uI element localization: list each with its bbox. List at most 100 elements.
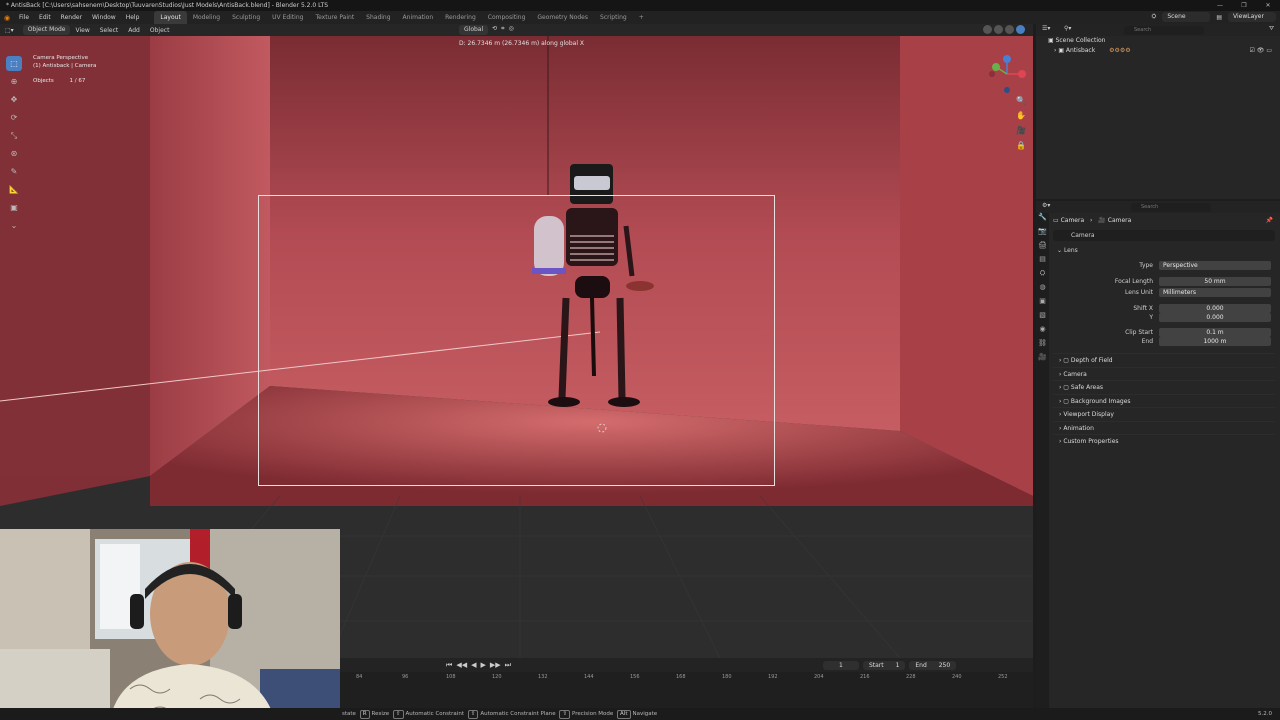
section-depth-of-field[interactable]: › ▢ Depth of Field xyxy=(1053,353,1275,367)
section-camera[interactable]: › Camera xyxy=(1053,366,1275,381)
menu-render[interactable]: Render xyxy=(56,14,87,21)
rotate-tool-icon[interactable]: ⟳ xyxy=(6,110,22,125)
pan-hand-icon[interactable]: ✋ xyxy=(1014,111,1028,126)
tab-animation[interactable]: Animation xyxy=(397,11,440,24)
lock-icon[interactable]: 🔒 xyxy=(1014,141,1028,156)
minimize-button[interactable]: — xyxy=(1208,0,1232,11)
tab-uv-editing[interactable]: UV Editing xyxy=(266,11,309,24)
add-workspace-button[interactable]: + xyxy=(633,11,650,24)
filter-icon[interactable]: ⚲▾ xyxy=(1064,25,1071,32)
tab-shading[interactable]: Shading xyxy=(360,11,396,24)
section-animation[interactable]: › Animation xyxy=(1053,420,1275,435)
tab-sculpting[interactable]: Sculpting xyxy=(226,11,266,24)
scene-tab-icon[interactable]: ⛭ xyxy=(1036,269,1049,283)
tool-tab-icon[interactable]: 🔧 xyxy=(1036,213,1049,227)
tab-layout[interactable]: Layout xyxy=(154,11,187,24)
maximize-button[interactable]: ❐ xyxy=(1232,0,1256,11)
view-layer-selector[interactable]: ViewLayer xyxy=(1228,12,1276,22)
clip-end-field[interactable]: 1000 m xyxy=(1159,337,1271,346)
menu-select[interactable]: Select xyxy=(95,27,124,34)
jump-end-icon[interactable]: ⏭ xyxy=(505,661,511,670)
jump-start-icon[interactable]: ⏮ xyxy=(446,661,452,670)
pin-icon[interactable]: 📌 xyxy=(1266,215,1273,226)
section-custom-properties[interactable]: › Custom Properties xyxy=(1053,434,1275,448)
material-shading-icon[interactable] xyxy=(1005,25,1014,34)
section-background-images[interactable]: › ▢ Background Images xyxy=(1053,393,1275,408)
measure-tool-icon[interactable]: 📐 xyxy=(6,182,22,197)
constraints-tab-icon[interactable]: ⛓ xyxy=(1036,339,1049,353)
cursor-tool-icon[interactable]: ⊕ xyxy=(6,74,22,89)
tab-compositing[interactable]: Compositing xyxy=(482,11,532,24)
zoom-icon[interactable]: 🔍 xyxy=(1014,96,1028,111)
solid-shading-icon[interactable] xyxy=(994,25,1003,34)
wireframe-shading-icon[interactable] xyxy=(983,25,992,34)
add-cube-tool-icon[interactable]: ▣ xyxy=(6,200,22,215)
snap-icon[interactable]: ⌗ xyxy=(501,25,504,35)
timeline-area[interactable]: 84 96 108 120 132 144 156 168 180 192 20… xyxy=(340,672,1033,708)
menu-edit[interactable]: Edit xyxy=(34,14,56,21)
camera-view-icon[interactable]: 🎥 xyxy=(1014,126,1028,141)
tab-rendering[interactable]: Rendering xyxy=(439,11,482,24)
type-dropdown[interactable]: Perspective xyxy=(1159,261,1271,270)
funnel-icon[interactable]: ⛛ xyxy=(1269,25,1274,33)
render-tab-icon[interactable]: 📷 xyxy=(1036,227,1049,241)
mode-selector[interactable]: Object Mode xyxy=(22,25,71,35)
menu-view[interactable]: View xyxy=(70,27,94,34)
tab-geometry-nodes[interactable]: Geometry Nodes xyxy=(531,11,594,24)
scale-tool-icon[interactable]: ⤡ xyxy=(6,128,22,143)
play-icon[interactable]: ▶ xyxy=(480,661,485,669)
transform-tool-icon[interactable]: ⊛ xyxy=(6,146,22,161)
lens-unit-dropdown[interactable]: Millimeters xyxy=(1159,288,1271,297)
collection-tab-icon[interactable]: ▣ xyxy=(1036,297,1049,311)
collection-row[interactable]: › ▣ Antisback ⚙⚙⚙⚙ ☑ 👁 ▭ xyxy=(1036,46,1280,56)
camera-data-field[interactable]: Camera xyxy=(1053,230,1275,241)
properties-search-input[interactable]: Search xyxy=(1131,203,1211,212)
select-box-tool-icon[interactable]: ⬚ xyxy=(6,56,22,71)
proportional-edit-icon[interactable]: ◎ xyxy=(509,25,514,35)
tab-modeling[interactable]: Modeling xyxy=(187,11,226,24)
menu-window[interactable]: Window xyxy=(87,14,121,21)
pivot-icon[interactable]: ⟲ xyxy=(492,25,497,35)
scene-collection-row[interactable]: ▣ Scene Collection xyxy=(1036,36,1280,46)
focal-length-field[interactable]: 50 mm xyxy=(1159,277,1271,286)
close-button[interactable]: ✕ xyxy=(1256,0,1280,11)
next-keyframe-icon[interactable]: ▶▶ xyxy=(490,661,501,669)
timeline-tick: 192 xyxy=(768,674,778,680)
shift-y-field[interactable]: 0.000 xyxy=(1159,313,1271,322)
timeline-tick: 120 xyxy=(492,674,502,680)
blender-logo-icon[interactable]: ◉ xyxy=(0,14,14,22)
outliner-editor-icon[interactable]: ☰▾ xyxy=(1042,25,1050,32)
frame-start-field[interactable]: Start 1 xyxy=(862,660,906,670)
output-tab-icon[interactable]: 🖨 xyxy=(1036,241,1049,255)
menu-help[interactable]: Help xyxy=(121,14,145,21)
lens-section-header[interactable]: ⌄ Lens xyxy=(1053,245,1275,256)
outliner-search-input[interactable]: Search xyxy=(1124,26,1204,35)
frame-end-field[interactable]: End 250 xyxy=(909,660,957,670)
physics-tab-icon[interactable]: ◉ xyxy=(1036,325,1049,339)
menu-object[interactable]: Object xyxy=(145,27,175,34)
tab-scripting[interactable]: Scripting xyxy=(594,11,633,24)
menu-file[interactable]: File xyxy=(14,14,34,21)
transform-orientation-selector[interactable]: Global xyxy=(459,25,489,35)
camera-data-tab-icon[interactable]: 🎥 xyxy=(1036,353,1049,367)
object-tab-icon[interactable]: ▧ xyxy=(1036,311,1049,325)
prev-keyframe-icon[interactable]: ◀◀ xyxy=(456,661,467,669)
tab-texture-paint[interactable]: Texture Paint xyxy=(309,11,360,24)
section-viewport-display[interactable]: › Viewport Display xyxy=(1053,407,1275,421)
menu-add[interactable]: Add xyxy=(123,27,145,34)
view-layer-tab-icon[interactable]: ▤ xyxy=(1036,255,1049,269)
move-tool-icon[interactable]: ✥ xyxy=(6,92,22,107)
annotate-tool-icon[interactable]: ✎ xyxy=(6,164,22,179)
navigation-gizmo[interactable] xyxy=(984,54,1032,94)
extra-tool-icon[interactable]: ⌄ xyxy=(6,218,22,233)
section-label: Viewport Display xyxy=(1063,411,1114,418)
section-safe-areas[interactable]: › ▢ Safe Areas xyxy=(1053,380,1275,394)
editor-type-icon[interactable]: ⬚▾ xyxy=(0,27,19,34)
visibility-icons[interactable]: ☑ 👁 ▭ xyxy=(1250,46,1272,56)
current-frame-field[interactable]: 1 xyxy=(822,660,859,670)
rendered-shading-icon[interactable] xyxy=(1016,25,1025,34)
scene-selector[interactable]: Scene xyxy=(1162,12,1211,22)
world-tab-icon[interactable]: ◍ xyxy=(1036,283,1049,297)
properties-editor-icon[interactable]: ⚙▾ xyxy=(1042,202,1050,209)
play-reverse-icon[interactable]: ◀ xyxy=(471,661,476,669)
